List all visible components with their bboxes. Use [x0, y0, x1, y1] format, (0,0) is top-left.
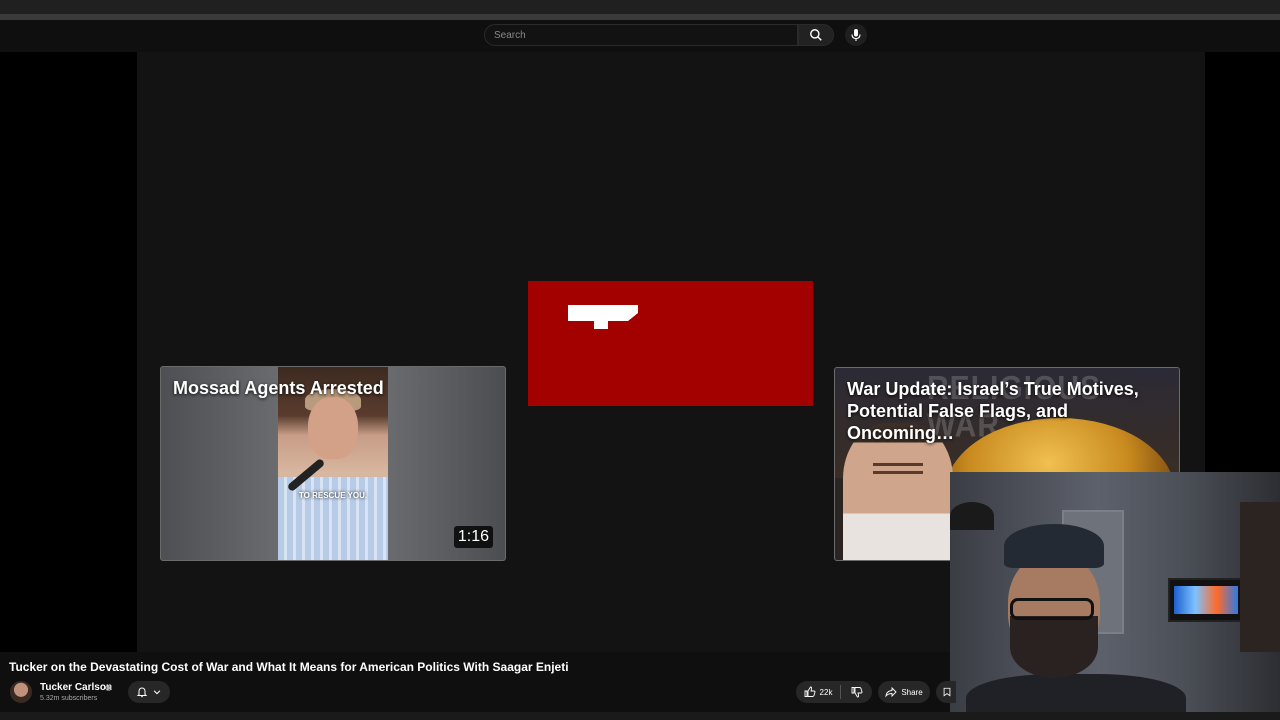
channel-logo-icon [568, 305, 638, 329]
duration-badge: 1:16 [453, 526, 493, 548]
search-button[interactable] [798, 24, 834, 46]
like-icon [804, 686, 815, 697]
bottom-bar [0, 712, 1280, 720]
bookshelf [1240, 502, 1280, 652]
video-title: Tucker on the Devastating Cost of War an… [9, 660, 569, 674]
channel-row: Tucker Carlson ◉ 5.32m subscribers 22k S… [0, 678, 956, 708]
search-box[interactable] [484, 24, 798, 46]
browser-chrome [0, 0, 1280, 14]
like-button[interactable]: 22k [796, 681, 840, 703]
chevron-down-icon [153, 690, 161, 695]
like-dislike-pill: 22k [796, 681, 872, 703]
like-count: 22k [819, 687, 833, 697]
tv [1168, 578, 1244, 622]
end-card-title: Mossad Agents Arrested [173, 378, 384, 398]
share-button[interactable]: Share [878, 681, 930, 703]
channel-name[interactable]: Tucker Carlson [40, 682, 112, 693]
end-card-title: War Update: Israel’s True Motives, Poten… [847, 379, 1139, 443]
webcam-overlay [950, 472, 1280, 720]
avatar[interactable] [10, 681, 32, 703]
thumbnail-caption: TO RESCUE YOU. [298, 491, 368, 500]
end-card-video-1[interactable]: TO RESCUE YOU. Mossad Agents Arrested 1:… [160, 366, 506, 561]
left-margin [0, 52, 137, 652]
search-input[interactable] [494, 25, 797, 46]
save-icon [943, 687, 951, 697]
share-icon [885, 686, 897, 698]
voice-search-button[interactable] [845, 24, 867, 46]
mic-icon [851, 29, 861, 41]
dislike-icon [851, 687, 862, 698]
subscriber-count: 5.32m subscribers [40, 695, 98, 702]
share-label: Share [901, 687, 923, 697]
bell-icon [136, 687, 148, 698]
lamp [950, 502, 994, 530]
subscribe-end-card[interactable] [528, 281, 813, 406]
notification-button[interactable] [128, 681, 170, 703]
verified-icon: ◉ [105, 683, 112, 692]
right-margin [1205, 52, 1280, 472]
save-button[interactable] [936, 681, 956, 703]
masthead [0, 20, 1280, 52]
streamer [966, 524, 1186, 720]
search-icon [810, 29, 822, 41]
dislike-button[interactable] [841, 681, 872, 703]
